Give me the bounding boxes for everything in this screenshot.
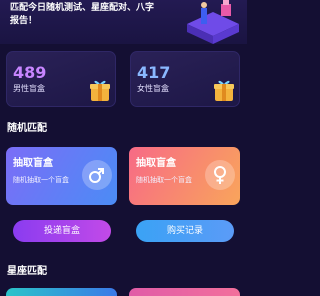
blind-box-icon [214,80,234,101]
blind-box-icon [90,80,110,101]
female-blind-box-label: 女性盲盒 [137,84,169,93]
hero-description: 匹配今日随机测试、星座配对、八字报告！ [10,3,155,26]
male-blind-box-count: 489 [13,63,47,82]
gift-box-illustration-icon [187,0,239,44]
zodiac-card-partial[interactable] [129,288,240,296]
hero-banner: 匹配今日随机测试、星座配对、八字报告！ [0,0,247,44]
male-blind-box-stat-card[interactable]: 489 男性盲盒 [6,51,116,107]
draw-male-blind-box-card[interactable]: 抽取盲盒 随机抽取一个盲盒 [6,147,117,205]
send-blind-box-button[interactable]: 投递盲盒 [13,220,111,242]
draw-blind-box-subtitle: 随机抽取一个盲盒 [136,176,192,184]
male-symbol-icon [82,160,112,190]
female-blind-box-count: 417 [137,63,171,82]
male-blind-box-label: 男性盲盒 [13,84,45,93]
draw-blind-box-title: 抽取盲盒 [136,158,176,169]
purchase-record-button[interactable]: 购买记录 [136,220,234,242]
female-blind-box-stat-card[interactable]: 417 女性盲盒 [130,51,240,107]
draw-female-blind-box-card[interactable]: 抽取盲盒 随机抽取一个盲盒 [129,147,240,205]
random-match-section-title: 随机匹配 [7,123,47,134]
female-symbol-icon [205,160,235,190]
draw-blind-box-subtitle: 随机抽取一个盲盒 [13,176,69,184]
draw-blind-box-title: 抽取盲盒 [13,158,53,169]
zodiac-card-partial[interactable] [6,288,117,296]
zodiac-match-section-title: 星座匹配 [7,266,47,277]
